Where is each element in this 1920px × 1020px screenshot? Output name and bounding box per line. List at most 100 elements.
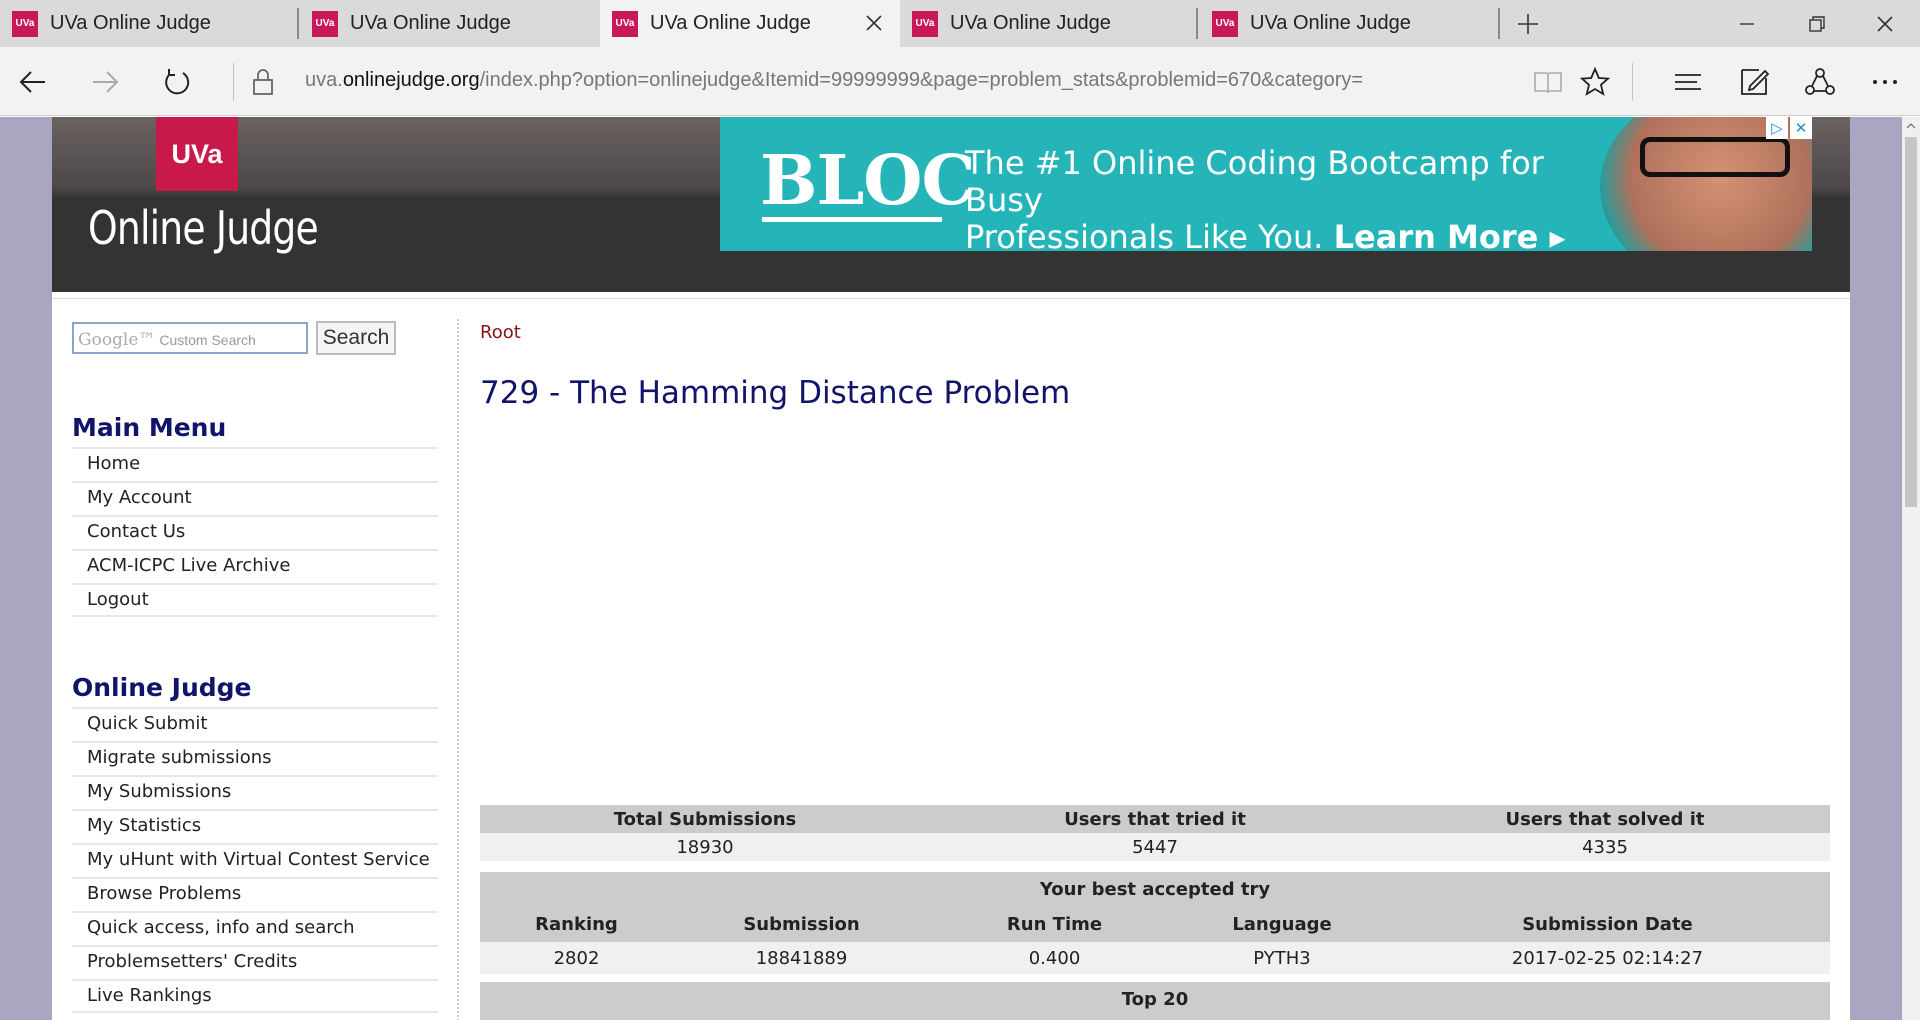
- search-button[interactable]: Search: [316, 321, 396, 355]
- menu-item-my-submissions[interactable]: My Submissions: [72, 775, 438, 809]
- header-users-solved: Users that solved it: [1505, 808, 1705, 830]
- close-icon: [1877, 15, 1893, 32]
- header-ranking: Ranking: [535, 914, 618, 935]
- refresh-button[interactable]: [154, 59, 200, 105]
- browser-tab-bar: UVa UVa Online Judge UVa UVa Online Judg…: [0, 0, 1920, 47]
- browser-tab[interactable]: UVa UVa Online Judge: [1200, 0, 1498, 47]
- browser-tab-active[interactable]: UVa UVa Online Judge: [600, 0, 900, 47]
- menu-item-live-archive[interactable]: ACM-ICPC Live Archive: [72, 549, 438, 583]
- restore-icon: [1809, 15, 1825, 32]
- tab-separator: [297, 8, 299, 39]
- minimize-icon: [1740, 22, 1754, 25]
- header-divider: [52, 298, 1850, 299]
- site-header: UVa Online Judge BLOC The #1 Online Codi…: [52, 117, 1850, 292]
- header-total-submissions: Total Submissions: [613, 808, 797, 830]
- value-language: PYTH3: [1253, 947, 1311, 969]
- adchoices-icon[interactable]: ▷: [1766, 117, 1788, 139]
- address-bar[interactable]: uva.onlinejudge.org/index.php?option=onl…: [305, 69, 1363, 92]
- table-row: 2802 18841889 0.400 PYTH3 2017-02-25 02:…: [480, 942, 1830, 974]
- search-input[interactable]: Google™ Custom Search: [72, 322, 308, 354]
- page-viewport: UVa Online Judge BLOC The #1 Online Codi…: [0, 117, 1902, 1020]
- arrow-right-icon: [93, 71, 119, 93]
- ad-line-1: The #1 Online Coding Bootcamp for Busy: [965, 144, 1544, 219]
- share-icon: [1805, 68, 1835, 95]
- ad-close-icon[interactable]: ✕: [1790, 117, 1812, 139]
- more-icon: [1873, 80, 1897, 84]
- favorite-button[interactable]: [1572, 59, 1618, 105]
- tab-separator: [1498, 8, 1500, 39]
- restore-button[interactable]: [1782, 0, 1852, 47]
- header-run-time: Run Time: [1006, 914, 1103, 935]
- hub-button[interactable]: [1665, 59, 1711, 105]
- browser-tab[interactable]: UVa UVa Online Judge: [300, 0, 598, 47]
- tab-separator: [1196, 8, 1198, 39]
- web-note-button[interactable]: [1731, 59, 1777, 105]
- google-brand-placeholder: Google™: [78, 330, 156, 350]
- lock-icon: [253, 69, 273, 95]
- best-try-title: Your best accepted try: [480, 872, 1830, 907]
- ad-line-2-plain: Professionals Like You.: [965, 218, 1334, 252]
- close-tab-icon[interactable]: [864, 13, 884, 33]
- ad-glasses-image: [1640, 137, 1790, 177]
- hub-icon: [1675, 74, 1701, 90]
- menu-item-my-account[interactable]: My Account: [72, 481, 438, 515]
- site-title[interactable]: Online Judge: [88, 201, 319, 255]
- book-icon: [1534, 72, 1562, 94]
- arrow-left-icon: [19, 71, 45, 93]
- online-judge-menu-title: Online Judge: [72, 673, 252, 702]
- ad-line-2: Professionals Like You. Learn More ▸: [965, 218, 1585, 252]
- back-button[interactable]: [10, 59, 56, 105]
- header-submission-date: Submission Date: [1522, 914, 1693, 935]
- more-button[interactable]: [1862, 59, 1908, 105]
- new-tab-icon[interactable]: [1512, 8, 1544, 40]
- minimize-button[interactable]: [1712, 0, 1782, 47]
- ad-learn-more: Learn More ▸: [1333, 218, 1566, 252]
- menu-item-my-statistics[interactable]: My Statistics: [72, 809, 438, 843]
- uva-logo[interactable]: UVa: [156, 117, 238, 191]
- header-language: Language: [1232, 914, 1332, 935]
- menu-item-browse-problems[interactable]: Browse Problems: [72, 877, 438, 911]
- close-window-button[interactable]: [1850, 0, 1920, 47]
- header-users-tried: Users that tried it: [1064, 808, 1246, 830]
- menu-item-migrate-submissions[interactable]: Migrate submissions: [72, 741, 438, 775]
- uva-favicon: UVa: [612, 10, 638, 37]
- uva-favicon: UVa: [312, 10, 338, 37]
- ad-text: The #1 Online Coding Bootcamp for Busy P…: [965, 144, 1585, 252]
- sidebar-divider: [457, 319, 459, 1020]
- share-button[interactable]: [1797, 59, 1843, 105]
- scroll-up-icon[interactable]: [1906, 121, 1916, 131]
- star-icon: [1579, 66, 1611, 96]
- menu-item-uhunt[interactable]: My uHunt with Virtual Contest Service: [72, 843, 438, 877]
- value-submission-id[interactable]: 18841889: [673, 948, 930, 969]
- main-menu-title: Main Menu: [72, 413, 227, 442]
- menu-item-problemsetters-credits[interactable]: Problemsetters' Credits: [72, 945, 438, 979]
- browser-tab[interactable]: UVa UVa Online Judge: [900, 0, 1196, 47]
- nav-separator: [233, 63, 234, 101]
- forward-button[interactable]: [82, 59, 128, 105]
- value-submission-date: 2017-02-25 02:14:27: [1511, 947, 1704, 969]
- online-judge-menu: Quick Submit Migrate submissions My Subm…: [72, 707, 438, 1013]
- value-users-solved: 4335: [1582, 836, 1628, 858]
- advertisement-banner[interactable]: BLOC The #1 Online Coding Bootcamp for B…: [720, 117, 1812, 251]
- breadcrumb-root[interactable]: Root: [480, 322, 521, 343]
- header-submission: Submission: [743, 914, 860, 935]
- url-path: /index.php?option=onlinejudge&Itemid=999…: [479, 69, 1364, 91]
- menu-item-quick-submit[interactable]: Quick Submit: [72, 707, 438, 741]
- scrollbar-thumb[interactable]: [1905, 137, 1917, 507]
- pen-note-icon: [1741, 69, 1770, 95]
- menu-item-contact-us[interactable]: Contact Us: [72, 515, 438, 549]
- ad-controls: ▷ ✕: [1764, 117, 1812, 139]
- menu-item-quick-access[interactable]: Quick access, info and search: [72, 911, 438, 945]
- reading-view-button[interactable]: [1525, 59, 1571, 105]
- uva-favicon: UVa: [12, 10, 38, 37]
- menu-item-home[interactable]: Home: [72, 447, 438, 481]
- table-row: 18930 5447 4335: [480, 833, 1830, 861]
- tab-title: UVa Online Judge: [350, 12, 511, 34]
- tab-title: UVa Online Judge: [950, 12, 1111, 34]
- menu-item-live-rankings[interactable]: Live Rankings: [72, 979, 438, 1013]
- page-scrollbar[interactable]: [1902, 117, 1920, 1020]
- main-menu: Home My Account Contact Us ACM-ICPC Live…: [72, 447, 438, 617]
- page-container: UVa Online Judge BLOC The #1 Online Codi…: [52, 117, 1850, 1020]
- browser-tab[interactable]: UVa UVa Online Judge: [0, 0, 298, 47]
- menu-item-logout[interactable]: Logout: [72, 583, 438, 617]
